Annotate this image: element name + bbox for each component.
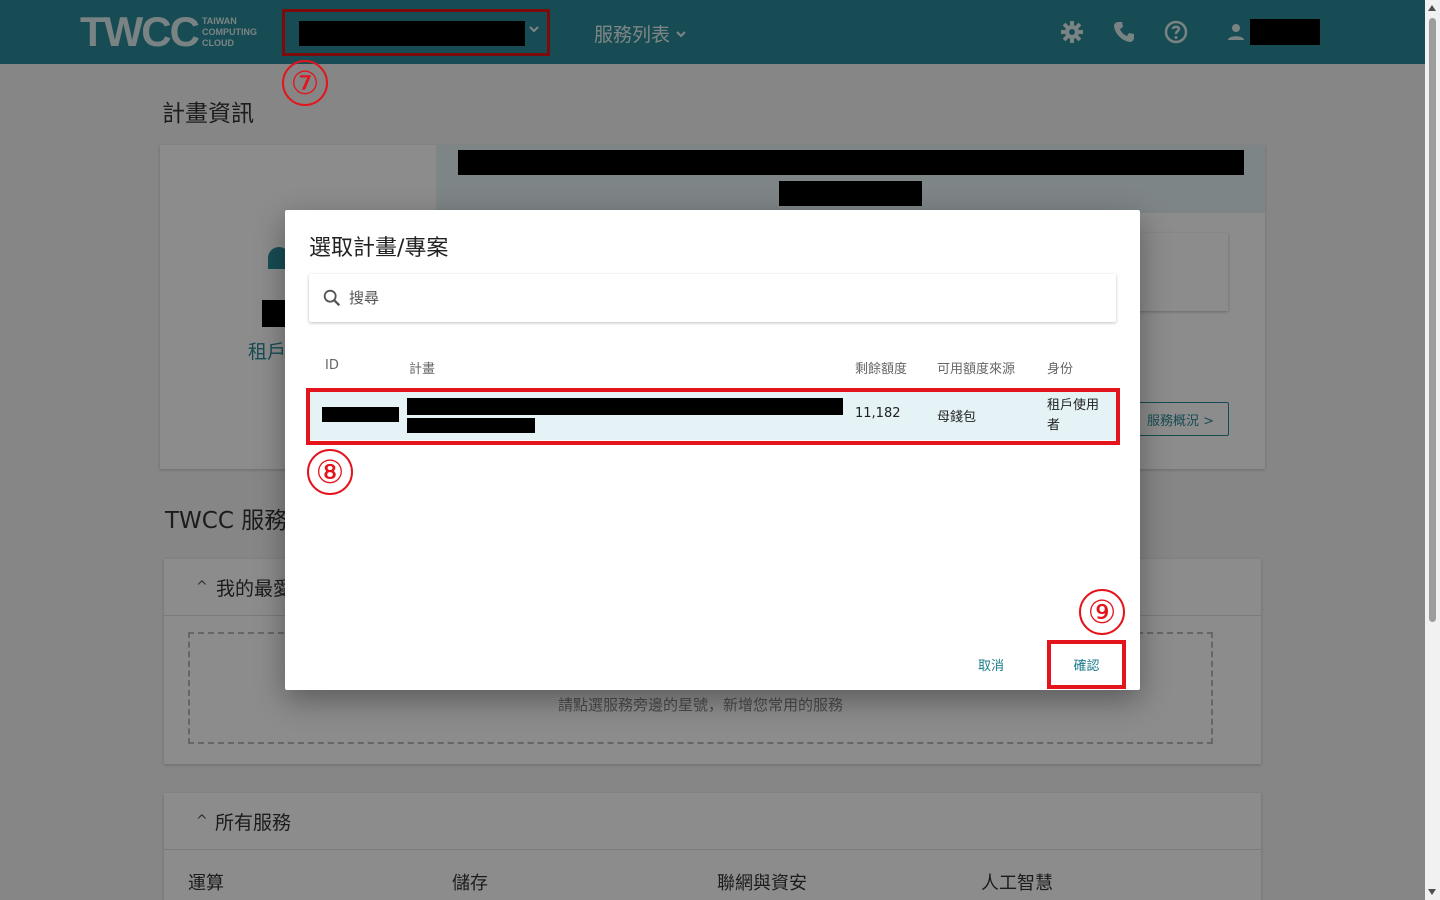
project-table: ID 計畫 剩餘額度 可用額度來源 身份 11,182 母錢包 租戶使用者 [309, 344, 1116, 440]
cancel-button[interactable]: 取消 [961, 646, 1021, 682]
table-row[interactable]: 11,182 母錢包 租戶使用者 [309, 390, 1116, 440]
step-7-marker: ⑦ [282, 60, 328, 106]
column-header-id: ID [325, 358, 339, 373]
scroll-up-arrow[interactable] [1428, 5, 1436, 11]
redacted-plan-name-line2 [407, 418, 535, 433]
column-header-plan: 計畫 [409, 362, 436, 377]
search-icon [323, 289, 341, 307]
page-scrollbar[interactable] [1425, 0, 1440, 900]
redacted-project-id [322, 407, 399, 422]
search-box [309, 274, 1116, 322]
row-source: 母錢包 [937, 410, 977, 425]
search-input[interactable] [349, 286, 1089, 310]
scroll-down-arrow[interactable] [1428, 889, 1436, 895]
column-header-source: 可用額度來源 [937, 362, 1016, 377]
redacted-plan-name [407, 398, 843, 415]
column-header-role: 身份 [1047, 362, 1074, 377]
step-9-marker: ⑨ [1079, 589, 1125, 635]
select-project-dialog: 選取計畫/專案 ID 計畫 剩餘額度 可用額度來源 身份 11,182 母錢包 … [285, 210, 1140, 690]
dialog-title: 選取計畫/專案 [309, 236, 449, 261]
scroll-thumb[interactable] [1429, 18, 1436, 622]
confirm-button[interactable]: 確認 [1047, 640, 1126, 689]
row-balance: 11,182 [855, 406, 901, 421]
row-role: 租戶使用者 [1047, 398, 1100, 433]
step-8-marker: ⑧ [307, 449, 353, 495]
table-header: ID 計畫 剩餘額度 可用額度來源 身份 [309, 344, 1116, 390]
column-header-balance: 剩餘額度 [855, 362, 908, 377]
